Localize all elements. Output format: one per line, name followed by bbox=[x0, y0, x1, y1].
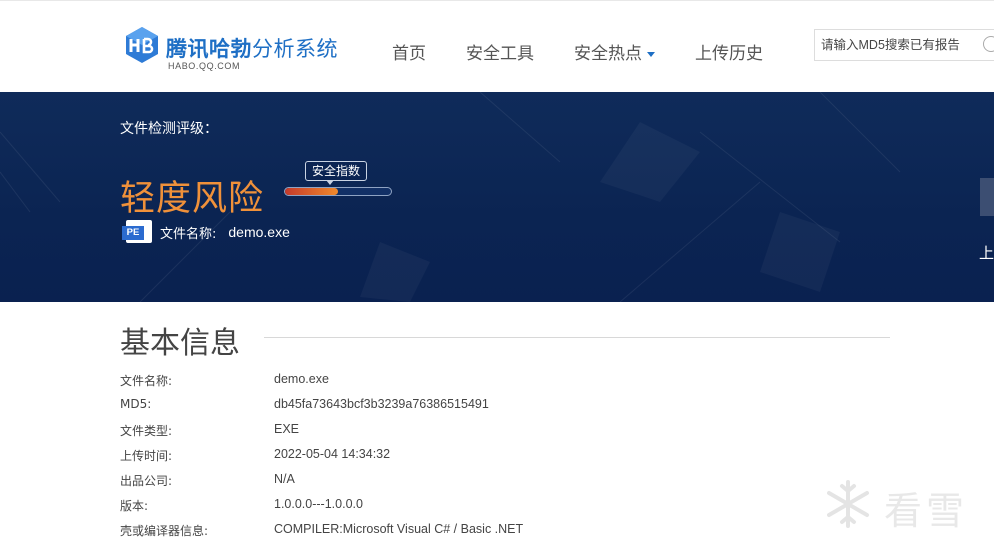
info-value: db45fa73643bcf3b3239a76386515491 bbox=[274, 397, 489, 411]
info-value: 1.0.0.0---1.0.0.0 bbox=[274, 497, 363, 511]
rating-label: 文件检测评级： bbox=[120, 121, 218, 137]
info-key: 出品公司: bbox=[120, 474, 173, 488]
side-panel-text: 上 bbox=[979, 244, 994, 262]
info-key: 壳或编译器信息: bbox=[120, 524, 209, 538]
info-key: 文件名称: bbox=[120, 374, 173, 388]
habo-logo-icon bbox=[126, 27, 158, 63]
info-value: EXE bbox=[274, 422, 300, 436]
nav-security-hotspots[interactable]: 安全热点 bbox=[574, 39, 655, 64]
info-value: N/A bbox=[274, 472, 295, 486]
md5-search-input[interactable] bbox=[821, 31, 989, 59]
section-divider bbox=[264, 337, 890, 338]
security-score-bar bbox=[284, 187, 392, 196]
security-score-tooltip: 安全指数 bbox=[305, 161, 368, 185]
watermark-text: 看雪 bbox=[884, 489, 969, 533]
nav-home[interactable]: 首页 bbox=[392, 39, 426, 64]
info-key: 版本: bbox=[120, 499, 149, 513]
snowflake-icon bbox=[827, 480, 869, 528]
kanxue-watermark: 看雪 bbox=[822, 476, 982, 533]
file-name-value: demo.exe bbox=[228, 224, 290, 240]
info-value: COMPILER:Microsoft Visual C# / Basic .NE… bbox=[274, 522, 524, 536]
info-value: demo.exe bbox=[274, 372, 329, 386]
info-value: 2022-05-04 14:34:32 bbox=[274, 447, 391, 461]
logo-subtitle: HABO.QQ.COM bbox=[168, 61, 241, 71]
search-icon[interactable] bbox=[983, 36, 994, 52]
risk-level: 轻度风险 bbox=[120, 179, 265, 219]
side-panel-edge[interactable] bbox=[980, 178, 994, 216]
logo-title: 腾讯哈勃分析系统 bbox=[166, 37, 338, 61]
result-banner: 文件检测评级： 轻度风险 安全指数 PE 文件名称: demo.exe 上 bbox=[0, 92, 994, 302]
info-key: 上传时间: bbox=[120, 449, 173, 463]
top-header: 腾讯哈勃分析系统 HABO.QQ.COM 首页 安全工具 安全热点 上传历史 bbox=[0, 0, 994, 92]
main-nav: 首页 安全工具 安全热点 上传历史 bbox=[392, 39, 763, 64]
nav-upload-history[interactable]: 上传历史 bbox=[695, 39, 763, 64]
caret-down-icon bbox=[647, 51, 655, 57]
file-name-label: 文件名称: bbox=[160, 226, 217, 242]
habo-logo[interactable]: 腾讯哈勃分析系统 HABO.QQ.COM bbox=[120, 23, 360, 75]
nav-security-tools[interactable]: 安全工具 bbox=[466, 39, 534, 64]
file-name-row: PE 文件名称: demo.exe bbox=[122, 220, 290, 244]
pe-file-icon: PE bbox=[122, 220, 153, 244]
info-key: 文件类型: bbox=[120, 424, 173, 438]
md5-search-box bbox=[814, 29, 994, 61]
security-score-fill bbox=[285, 188, 338, 195]
basic-info-title: 基本信息 bbox=[120, 326, 240, 361]
info-key: MD5: bbox=[120, 397, 152, 411]
